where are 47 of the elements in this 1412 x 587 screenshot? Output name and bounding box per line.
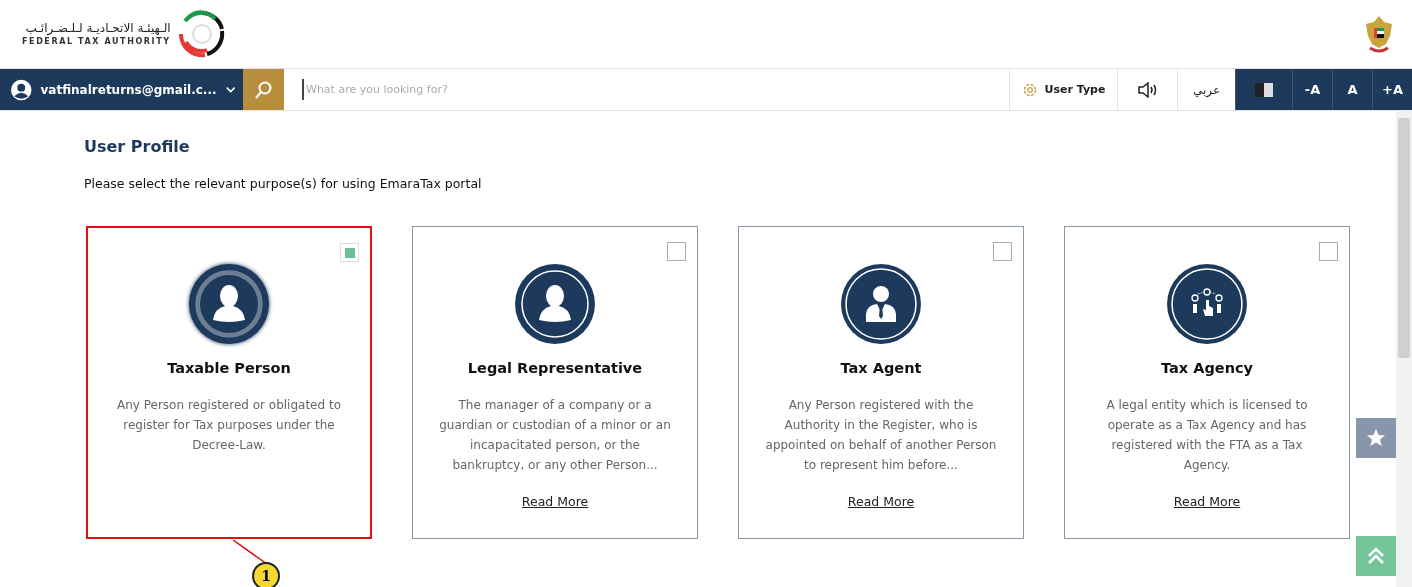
logo-arabic-text: الـهيئـة الاتحـاديـة لـلـضـرائـب [25,22,171,34]
card-title: Tax Agent [840,360,922,376]
contrast-button[interactable] [1235,69,1292,110]
card-description: Any Person registered or obligated to register for Tax purposes under the Decree-Law. [116,397,342,454]
card-description: The manager of a company or a guardian or custodian of a minor or an incapacitated person, or the bankruptcy, or any other Person... [438,397,672,474]
star-icon [1366,428,1386,448]
font-size-button[interactable]: -A [1292,69,1332,110]
chevron-down-icon [225,85,235,94]
back-to-top-button[interactable] [1356,536,1396,576]
checkbox[interactable] [993,242,1012,261]
font-size-button[interactable]: +A [1372,69,1412,110]
search-button[interactable] [243,69,284,110]
person-icon [515,264,595,344]
checkbox[interactable] [340,243,359,262]
profile-card[interactable]: Tax Agency A legal entity which is licensed to operate as a Tax Agency and has registered with the FTA as a Tax Agency. Read More [1064,226,1350,539]
profile-card[interactable]: Taxable Person Any Person registered or obligated to register for Tax purposes under the Decree-Law. [86,226,372,539]
person-icon [189,264,269,344]
logo-icon [176,9,227,59]
read-more-link[interactable]: Read More [521,494,589,509]
user-menu-button[interactable]: vatfinalreturns@gmail.c... [0,69,243,110]
font-size-button[interactable]: A [1332,69,1372,110]
people-network-icon [1167,264,1247,344]
emblem-icon [1364,14,1394,54]
profile-card[interactable]: Tax Agent Any Person registered with the Authority in the Register, who is appointed on behalf of another Person to represent him before... Read More [738,226,1024,539]
card-title: Legal Representative [467,360,643,376]
callout-number: 1 [252,562,280,587]
favorite-button[interactable] [1356,418,1396,458]
read-more-link[interactable]: Read More [847,494,915,509]
card-description: Any Person registered with the Authority in the Register, who is appointed on behalf of another Person to represent him before... [764,397,998,474]
profile-card[interactable]: Legal Representative The manager of a company or a guardian or custodian of a minor or an incapacitated person, or the bankruptcy, or any other Person... Read More [412,226,698,539]
scrollbar[interactable] [1396,110,1412,587]
search-icon [254,80,273,99]
page-subtitle: Please select the relevant purpose(s) for using EmaraTax portal [84,176,482,191]
card-title: Tax Agency [1161,360,1253,376]
speaker-icon [1137,81,1158,98]
logo-text: FEDERAL TAX AUTHORITY [22,37,171,46]
card-title: Taxable Person [167,360,291,376]
businessman-icon [841,264,921,344]
checkbox[interactable] [667,242,686,261]
leader-line [232,540,268,564]
checkbox[interactable] [1319,242,1338,261]
card-description: A legal entity which is licensed to operate as a Tax Agency and has registered with the FTA as a Tax Agency. [1105,397,1309,474]
contrast-icon [1254,81,1274,98]
gear-icon [1021,81,1038,98]
read-more-link[interactable]: Read More [1173,494,1241,509]
double-chevron-up-icon [1367,547,1385,565]
page-title: User Profile [84,137,190,156]
